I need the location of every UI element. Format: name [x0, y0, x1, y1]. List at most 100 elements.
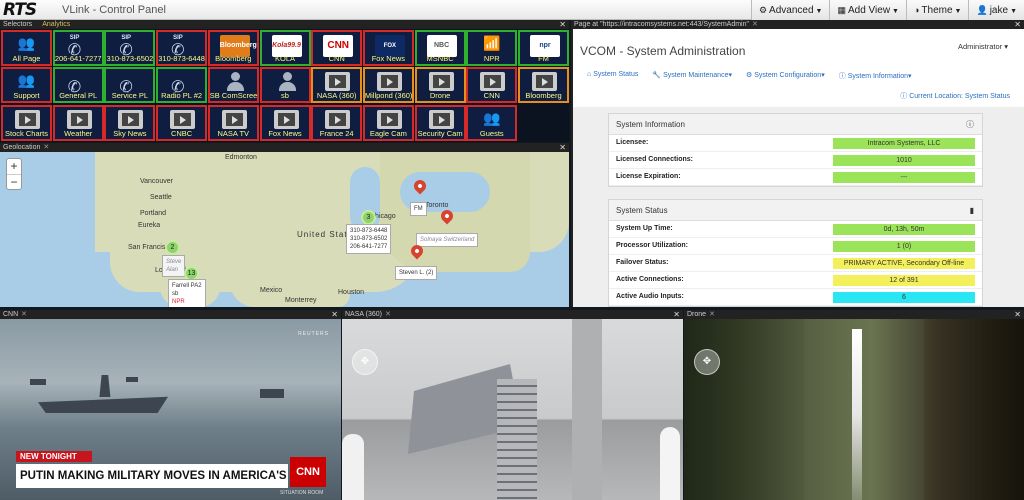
selector-tile-label: 310-873-6448: [158, 54, 205, 63]
selector-tile[interactable]: Bloomberg: [518, 67, 569, 104]
selector-tile[interactable]: npr FM: [518, 30, 569, 66]
selector-tile[interactable]: Millpond (360): [362, 67, 414, 104]
close-icon[interactable]: ✕: [559, 20, 566, 29]
selector-tile-label: France 24: [319, 128, 354, 138]
tab-close-icon[interactable]: ✕: [752, 21, 758, 28]
nasa-360-video[interactable]: ✥: [342, 319, 683, 500]
selector-tile[interactable]: Fox News: [259, 104, 311, 141]
map-label: Mexico: [260, 287, 283, 294]
map-label: Monterrey: [285, 297, 317, 304]
video-icon: [376, 109, 402, 129]
selector-tile[interactable]: Security Cam: [414, 104, 466, 141]
selector-tile-label: Security Cam: [417, 128, 463, 138]
tab-geolocation[interactable]: Geolocation: [3, 144, 40, 151]
tab-close-icon[interactable]: ✕: [385, 311, 391, 318]
row-key: Failover Status:: [616, 259, 669, 266]
tab-close-icon[interactable]: ✕: [709, 311, 715, 318]
selector-tile[interactable]: SIP ✆ 310-873-6448: [156, 30, 208, 66]
selector-tile-label: Weather: [64, 128, 93, 138]
selector-tile[interactable]: CNBC: [156, 104, 208, 141]
geolocation-map[interactable]: Edmonton Vancouver Seattle Portland Eure…: [0, 152, 569, 307]
add-view-menu-button[interactable]: ▦ Add View ▼: [829, 0, 906, 20]
caret-down-icon: ▼: [815, 8, 823, 15]
pan-360-control[interactable]: ✥: [694, 349, 720, 375]
map-cluster-marker[interactable]: 3: [361, 210, 376, 225]
advanced-menu-button[interactable]: ⚙ Advanced ▼: [750, 0, 830, 20]
selector-tile[interactable]: NASA (360): [311, 67, 363, 104]
map-cluster-marker[interactable]: 2: [165, 240, 180, 255]
tab-cnn[interactable]: CNN: [3, 311, 18, 318]
selector-tile[interactable]: Bloomberg Bloomberg: [207, 30, 259, 66]
selector-tile[interactable]: Stock Charts: [1, 104, 52, 141]
admin-user-label: Administrator: [957, 42, 1003, 51]
row-value: ---: [833, 172, 975, 183]
selector-tile[interactable]: ✆ General PL: [52, 67, 104, 104]
selector-tile[interactable]: Drone: [414, 67, 466, 104]
selector-tile[interactable]: ✆ Service PL: [104, 67, 156, 104]
row-key: Licensed Connections:: [616, 156, 694, 163]
tab-nasa-360[interactable]: NASA (360): [345, 311, 382, 318]
selector-tile[interactable]: SIP ✆ 310-873-6502: [104, 30, 156, 66]
selector-tile-label: General PL: [59, 91, 98, 101]
nav-system-maintenance[interactable]: 🔧 System Maintenance▾: [652, 71, 732, 81]
selector-tile[interactable]: ✆ Radio PL #2: [156, 67, 208, 104]
selector-tile[interactable]: CNN CNN: [311, 30, 363, 66]
tab-close-icon[interactable]: ✕: [43, 144, 49, 151]
selector-tile[interactable]: NASA TV: [207, 104, 259, 141]
caret-down-icon: ▼: [954, 8, 962, 15]
close-icon[interactable]: ✕: [331, 310, 338, 319]
close-icon[interactable]: ✕: [673, 310, 680, 319]
tab-drone[interactable]: Drone: [687, 311, 706, 318]
admin-content: System Information ⓘ Licensee: Intracom Sy…: [573, 107, 1024, 307]
top-menu: ⚙ Advanced ▼ ▦ Add View ▼ ◑ Theme ▼ 👤 jake ▼: [750, 0, 1024, 20]
pan-360-control[interactable]: ✥: [352, 349, 378, 375]
selector-tile[interactable]: Eagle Cam: [362, 104, 414, 141]
selector-tile[interactable]: 👥 Support: [1, 67, 52, 104]
close-icon[interactable]: ✕: [1014, 310, 1021, 319]
cnn-video[interactable]: REUTERS NEW TONIGHT PUTIN MAKING MILITAR…: [0, 319, 341, 500]
nav-system-configuration[interactable]: ⚙ System Configuration▾: [746, 71, 825, 81]
selector-tile-label: Bloomberg: [525, 91, 562, 101]
theme-menu-button[interactable]: ◑ Theme ▼: [905, 0, 969, 20]
waterfall: [852, 329, 862, 500]
drone-video[interactable]: ✥: [684, 319, 1024, 500]
selector-tile[interactable]: 📶 NPR: [466, 30, 518, 66]
selector-tile-label: sb: [281, 91, 289, 101]
box-heading: System Information ⓘ: [609, 114, 982, 135]
nav-system-status[interactable]: ⌂ System Status: [587, 71, 638, 81]
nav-system-information[interactable]: ⓘ System Information▾: [839, 71, 912, 81]
selector-tile[interactable]: 👥 All Page: [1, 30, 52, 66]
selector-tile-label: MSNBC: [426, 54, 454, 63]
selector-tile-label: 310-873-6502: [106, 54, 154, 63]
video-icon: [118, 109, 144, 129]
selector-tile-label: Sky News: [113, 128, 147, 138]
zoom-out-button[interactable]: −: [7, 174, 21, 189]
tab-system-admin[interactable]: Page at "https://intracomsystems.net:443…: [574, 21, 749, 28]
contrast-icon: ◑: [913, 5, 920, 15]
router-icon: 📶: [483, 35, 501, 51]
zoom-in-button[interactable]: +: [7, 159, 21, 174]
close-icon[interactable]: ✕: [559, 143, 566, 152]
selector-tile[interactable]: Kola99.9 KOLA: [259, 30, 311, 66]
selector-tile[interactable]: Weather: [52, 104, 104, 141]
selector-tile[interactable]: SB ComScreen: [207, 67, 259, 104]
selector-tile[interactable]: sb: [259, 67, 311, 104]
tab-close-icon[interactable]: ✕: [21, 311, 27, 318]
selector-tile[interactable]: FOX NEWSFox News: [362, 30, 414, 66]
admin-user-menu[interactable]: Administrator ▾: [958, 42, 1008, 51]
selector-tile-label: Stock Charts: [5, 128, 48, 138]
top-bar: RTS VLink - Control Panel ⚙ Advanced ▼ ▦ Ad…: [0, 0, 1024, 20]
selector-tile-label: Bloomberg: [215, 54, 252, 63]
close-icon[interactable]: ✕: [1014, 20, 1021, 29]
selector-tile[interactable]: SIP ✆ 206-641-7277: [52, 30, 104, 66]
ship-silhouette: [99, 375, 111, 397]
selector-tile[interactable]: France 24: [311, 104, 363, 141]
tab-selectors[interactable]: Selectors: [3, 21, 32, 28]
selector-tile[interactable]: 👥 Guests: [466, 104, 518, 141]
selector-tile[interactable]: NBC MSNBC: [414, 30, 466, 66]
selector-tile[interactable]: Sky News: [104, 104, 156, 141]
tab-analytics[interactable]: Analytics: [42, 21, 70, 28]
user-menu-button[interactable]: 👤 jake ▼: [968, 0, 1024, 20]
selector-tile-label: CNBC: [170, 128, 193, 138]
selector-tile[interactable]: CNN: [466, 67, 518, 104]
